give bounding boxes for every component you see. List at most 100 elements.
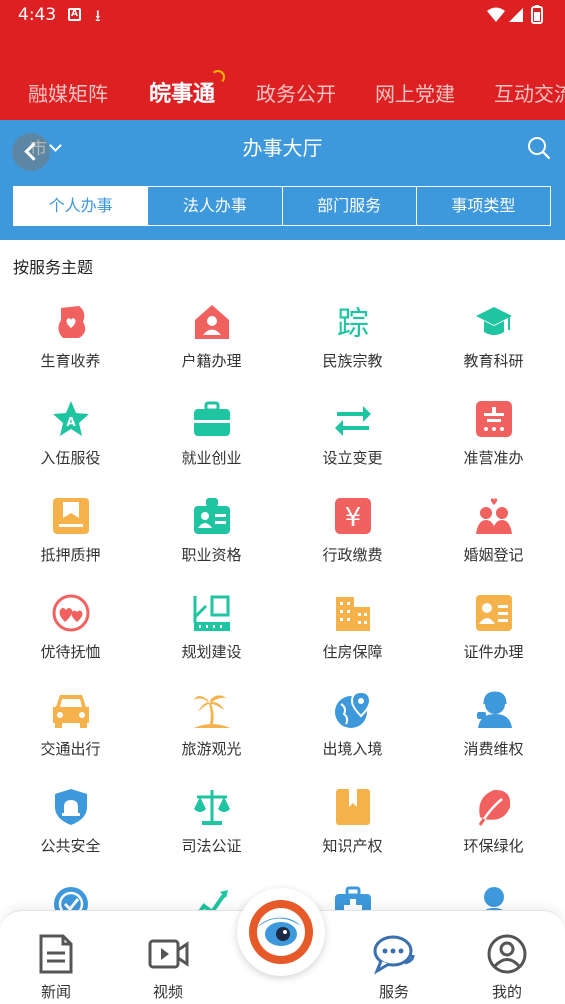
tab-rongmei[interactable]: 融媒矩阵 xyxy=(28,78,108,107)
nav-mine[interactable]: 我的 xyxy=(472,933,542,1002)
topic-huji[interactable]: 户籍办理 xyxy=(141,300,282,396)
topic-zhiye[interactable]: 职业资格 xyxy=(141,494,282,590)
nav-video[interactable]: 视频 xyxy=(133,933,203,1002)
topic-label: 司法公证 xyxy=(181,837,242,855)
topic-label: 交通出行 xyxy=(40,740,101,758)
topic-ruwu[interactable]: A 入伍服役 xyxy=(0,397,141,493)
buildings-icon xyxy=(333,593,373,633)
topic-label: 户籍办理 xyxy=(181,352,242,370)
leaf-icon xyxy=(474,787,514,827)
id-badge-icon xyxy=(192,496,232,536)
topic-lvyou[interactable]: 旅游观光 xyxy=(141,688,282,784)
id-card-icon xyxy=(474,593,514,633)
topic-label: 教育科研 xyxy=(463,352,524,370)
car-icon xyxy=(51,690,91,730)
topic-diya[interactable]: 抵押质押 xyxy=(0,494,141,590)
topic-label: 公共安全 xyxy=(40,837,101,855)
wifi-signal-battery-icon xyxy=(487,5,543,24)
topic-zhengjian[interactable]: 证件办理 xyxy=(423,591,564,687)
pregnancy-icon xyxy=(51,302,91,342)
nav-service-label: 服务 xyxy=(378,983,409,1001)
topic-sheli[interactable]: 设立变更 xyxy=(282,397,423,493)
care-hearts-icon xyxy=(51,593,91,633)
topic-label: 设立变更 xyxy=(322,449,383,467)
nav-mine-label: 我的 xyxy=(491,983,522,1001)
topic-minzu[interactable]: 踪 民族宗教 xyxy=(282,300,423,396)
status-time: 4:43 xyxy=(18,5,57,25)
topic-label: 就业创业 xyxy=(181,449,242,467)
topic-jiaoyu[interactable]: 教育科研 xyxy=(423,300,564,396)
mortgage-book-icon xyxy=(51,496,91,536)
topic-youdai[interactable]: 优待抚恤 xyxy=(0,591,141,687)
yuan-icon: ¥ xyxy=(333,496,373,536)
license-icon xyxy=(474,399,514,439)
segment-personal[interactable]: 个人办事 xyxy=(14,187,148,225)
tab-dangjian[interactable]: 网上党建 xyxy=(375,78,455,107)
segment-tabs: 个人办事 法人办事 部门服务 事项类型 xyxy=(13,186,551,226)
topic-label: 生育收养 xyxy=(40,352,101,370)
page-title: 办事大厅 xyxy=(242,136,323,160)
globe-pin-icon xyxy=(333,690,373,730)
topic-chujing[interactable]: 出境入境 xyxy=(282,688,423,784)
svg-text:踪: 踪 xyxy=(337,304,369,342)
tab-hudong[interactable]: 互动交流 xyxy=(494,78,565,107)
top-tabs: 融媒矩阵 皖事通 政务公开 网上党建 互动交流 xyxy=(0,70,565,114)
topic-guihua[interactable]: 规划建设 xyxy=(141,591,282,687)
tab-zhengwu[interactable]: 政务公开 xyxy=(256,78,336,107)
topic-hunyin[interactable]: 婚姻登记 xyxy=(423,494,564,590)
tab-wanshitong[interactable]: 皖事通 xyxy=(149,70,226,108)
segment-department[interactable]: 部门服务 xyxy=(281,187,416,225)
ethnic-character-icon: 踪 xyxy=(333,302,373,342)
topic-label: 行政缴费 xyxy=(322,546,383,564)
topic-sifa[interactable]: 司法公证 xyxy=(141,785,282,881)
planning-icon xyxy=(192,593,232,633)
topic-label: 入伍服役 xyxy=(40,449,101,467)
topic-label: 消费维权 xyxy=(463,740,524,758)
topic-label: 旅游观光 xyxy=(181,740,242,758)
house-person-icon xyxy=(192,302,232,342)
segment-item-type[interactable]: 事项类型 xyxy=(415,187,550,225)
search-icon[interactable] xyxy=(527,136,551,160)
tab-wanshitong-label: 皖事通 xyxy=(149,82,216,107)
topic-label: 优待抚恤 xyxy=(40,643,101,661)
swirl-icon xyxy=(211,70,226,84)
home-center-button[interactable] xyxy=(237,888,325,976)
shield-alarm-icon xyxy=(51,787,91,827)
topic-label: 职业资格 xyxy=(181,546,242,564)
topic-label: 住房保障 xyxy=(322,643,383,661)
segment-corporate[interactable]: 法人办事 xyxy=(147,187,281,225)
service-hall-header: 市 办事大厅 个人办事 法人办事 部门服务 事项类型 xyxy=(0,120,565,240)
nav-video-label: 视频 xyxy=(152,983,183,1001)
topic-shengyu[interactable]: 生育收养 xyxy=(0,300,141,396)
profile-icon xyxy=(487,934,527,974)
svg-text:¥: ¥ xyxy=(345,503,362,533)
nav-service[interactable]: 服务 xyxy=(359,933,429,1002)
chat-bubbles-icon xyxy=(373,935,415,975)
topic-anquan[interactable]: 公共安全 xyxy=(0,785,141,881)
topic-zhishi[interactable]: 知识产权 xyxy=(282,785,423,881)
topic-xiaofei[interactable]: 消费维权 xyxy=(423,688,564,784)
service-person-icon xyxy=(474,690,514,730)
army-star-icon: A xyxy=(51,399,91,439)
nav-news[interactable]: 新闻 xyxy=(21,933,91,1002)
couple-icon xyxy=(474,496,514,536)
download-icon: ⭳ xyxy=(95,6,101,25)
section-title: 按服务主题 xyxy=(13,258,94,277)
topic-jiaofei[interactable]: ¥ 行政缴费 xyxy=(282,494,423,590)
home-eye-icon xyxy=(249,900,313,964)
graduation-cap-icon xyxy=(474,302,514,342)
scales-icon xyxy=(192,787,232,827)
top-header: 4:43 A ⭳ 融媒矩阵 皖事通 政务公开 网上党建 互动交流 xyxy=(0,0,565,120)
topic-label: 证件办理 xyxy=(463,643,524,661)
status-bar: 4:43 A ⭳ xyxy=(0,0,565,32)
topic-jiuye[interactable]: 就业创业 xyxy=(141,397,282,493)
topic-zhufang[interactable]: 住房保障 xyxy=(282,591,423,687)
topic-zhunying[interactable]: 准营准办 xyxy=(423,397,564,493)
swap-arrows-icon xyxy=(333,399,373,439)
nav-news-label: 新闻 xyxy=(40,983,71,1001)
topic-label: 准营准办 xyxy=(463,449,524,467)
svg-text:A: A xyxy=(66,415,76,429)
topic-label: 民族宗教 xyxy=(322,352,383,370)
topic-jiaotong[interactable]: 交通出行 xyxy=(0,688,141,784)
topic-huanbao[interactable]: 环保绿化 xyxy=(423,785,564,881)
